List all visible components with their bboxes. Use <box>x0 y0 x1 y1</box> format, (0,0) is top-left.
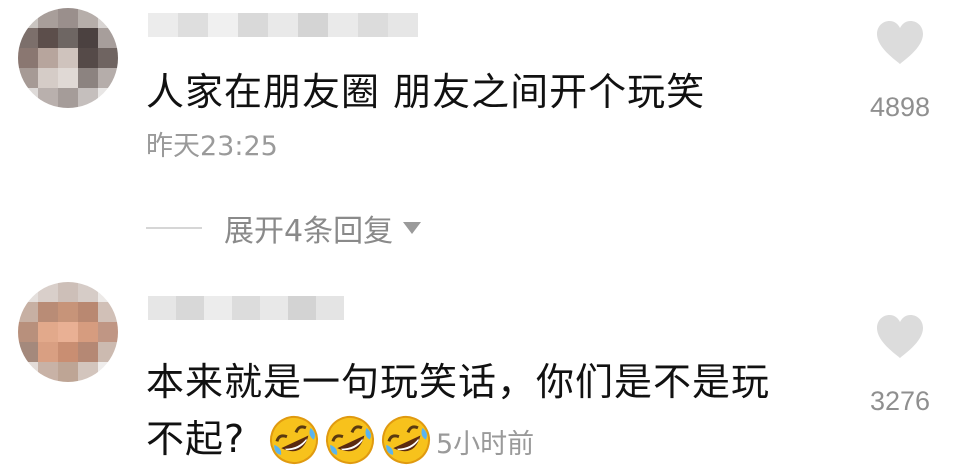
comment-text-line2: 不起? <box>146 417 246 461</box>
heart-icon[interactable] <box>875 20 925 66</box>
expand-replies-button[interactable]: 展开4条回复 <box>146 206 422 250</box>
username-blurred[interactable] <box>148 296 344 320</box>
rolling-laughing-emoji <box>382 416 430 464</box>
like-button[interactable]: 3276 <box>845 314 953 417</box>
divider-line <box>146 227 202 229</box>
emoji-group <box>268 414 436 466</box>
comment-item: 本来就是一句玩笑话，你们是不是玩 不起? 5小时前 3276 <box>0 270 953 471</box>
avatar[interactable] <box>18 8 118 108</box>
like-button[interactable]: 4898 <box>845 20 953 123</box>
expand-replies-label: 展开4条回复 <box>224 214 394 249</box>
comment-time: 5小时前 <box>436 429 535 460</box>
comment-time: 昨天23:25 <box>146 131 278 162</box>
triangle-down-icon <box>403 222 422 234</box>
avatar[interactable] <box>18 282 118 382</box>
like-count: 3276 <box>869 386 931 416</box>
rolling-laughing-emoji <box>270 416 318 464</box>
comment-item: 人家在朋友圈 朋友之间开个玩笑 昨天23:25 4898 展开4条回复 <box>0 0 953 260</box>
rolling-laughing-emoji <box>326 416 374 464</box>
heart-icon[interactable] <box>875 314 925 360</box>
comment-text-line1: 本来就是一句玩笑话，你们是不是玩 <box>146 360 771 404</box>
like-count: 4898 <box>869 92 931 122</box>
comment-text: 人家在朋友圈 朋友之间开个玩笑 <box>146 70 706 114</box>
username-blurred[interactable] <box>148 13 418 37</box>
